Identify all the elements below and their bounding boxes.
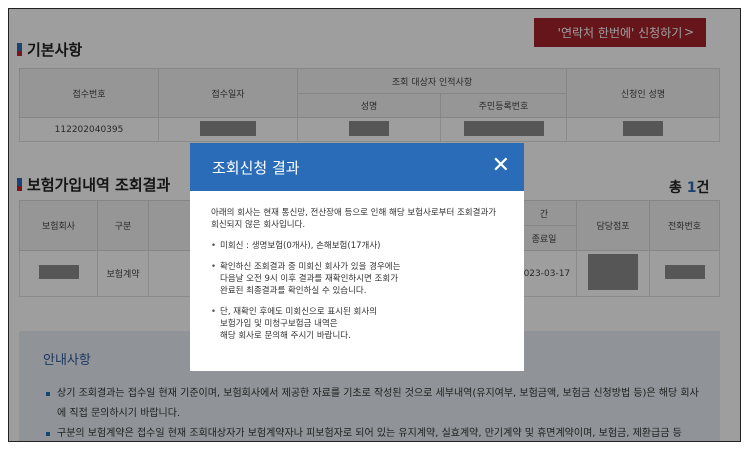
- modal-item: 확인하신 조회결과 중 미회신 회사가 있을 경우에는 다음날 오전 9시 이후…: [211, 261, 504, 297]
- close-icon[interactable]: ✕: [492, 155, 510, 177]
- modal-item: 미회신 : 생명보험(0개사), 손해보험(17개사): [211, 240, 504, 252]
- window-frame: '연락처 한번에' 신청하기 > 기본사항 접수번호 접수일자 조회 대상자 인…: [8, 8, 741, 442]
- modal-header: 조회신청 결과 ✕: [190, 143, 524, 191]
- modal-item: 단, 재확인 후에도 미회신으로 표시된 회사의 보험가입 및 미청구보험금 내…: [211, 306, 504, 342]
- modal-list: 미회신 : 생명보험(0개사), 손해보험(17개사) 확인하신 조회결과 중 …: [211, 240, 504, 342]
- modal-body: 아래의 회사는 현재 통신망, 전산장애 등으로 인해 해당 보험사로부터 조회…: [190, 191, 524, 342]
- result-modal: 조회신청 결과 ✕ 아래의 회사는 현재 통신망, 전산장애 등으로 인해 해당…: [190, 143, 524, 371]
- modal-title: 조회신청 결과: [212, 158, 300, 177]
- page: '연락처 한번에' 신청하기 > 기본사항 접수번호 접수일자 조회 대상자 인…: [9, 9, 740, 441]
- modal-intro: 아래의 회사는 현재 통신망, 전산장애 등으로 인해 해당 보험사로부터 조회…: [211, 208, 497, 230]
